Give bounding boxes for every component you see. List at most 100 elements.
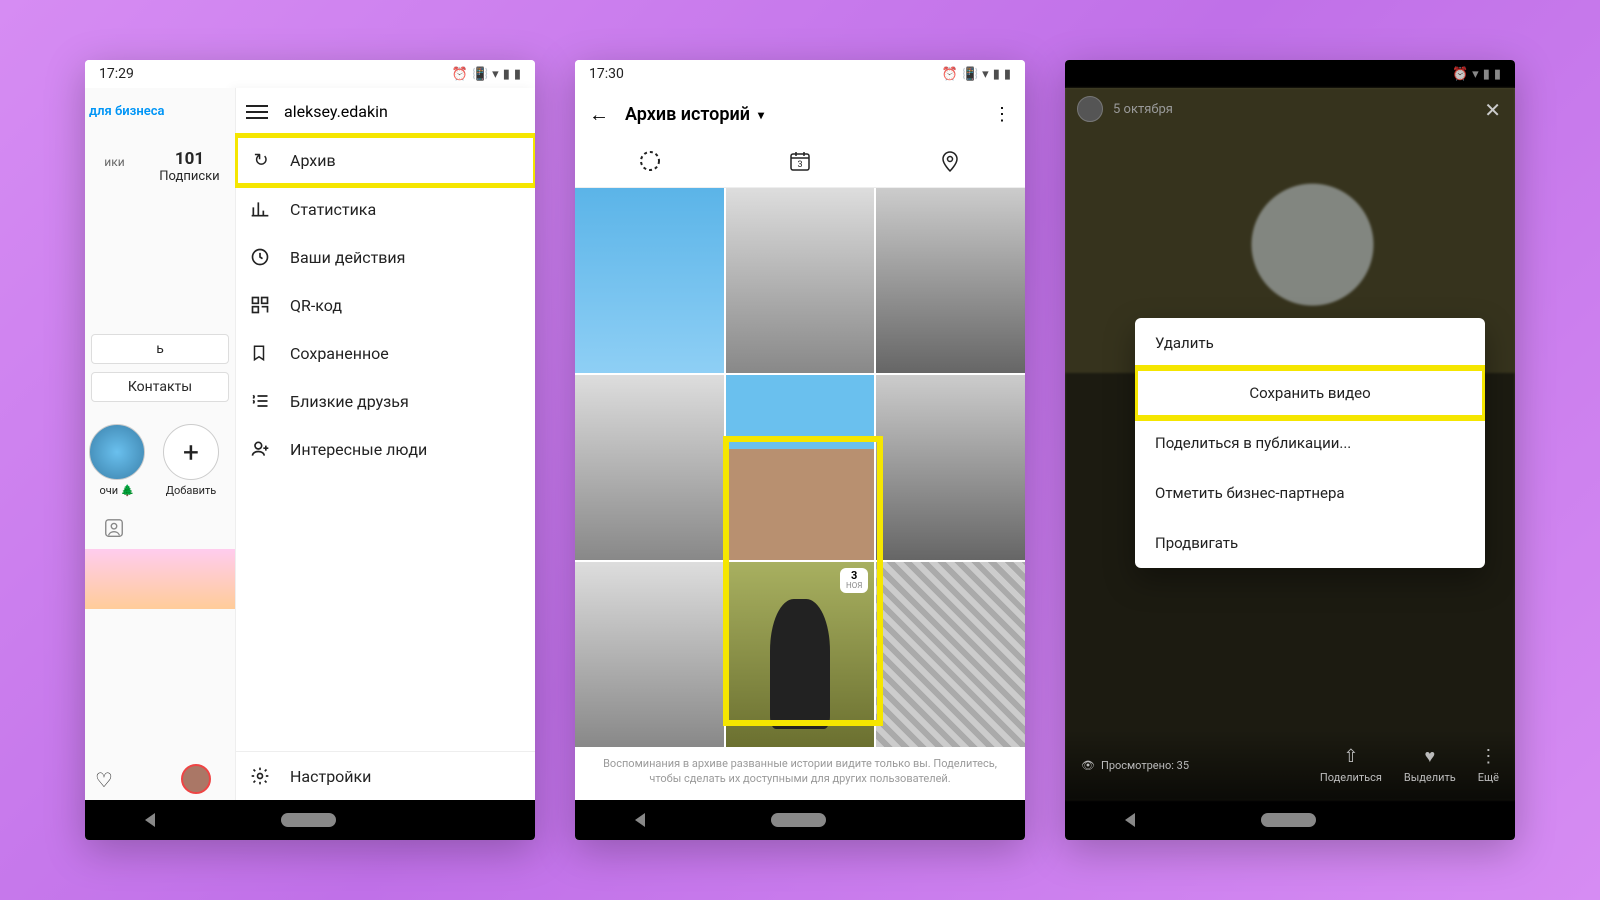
story-more-button[interactable]: ⋮ Ещё bbox=[1478, 746, 1499, 784]
story-footer: 👁 Просмотрено: 35 ⇧ Поделиться ♥ Выделит… bbox=[1065, 730, 1515, 800]
action-save-video[interactable]: Сохранить видео bbox=[1135, 368, 1485, 418]
story-avatar[interactable] bbox=[1077, 96, 1103, 122]
story-header: 5 октября bbox=[1077, 96, 1173, 122]
menu-label: Статистика bbox=[290, 200, 376, 219]
heart-icon[interactable]: ♡ bbox=[95, 768, 113, 792]
status-bar: 17:30 ⏰ 📳 ▾ ▮ ▮ bbox=[575, 60, 1025, 88]
android-navbar bbox=[575, 800, 1025, 840]
menu-item-saved[interactable]: Сохраненное bbox=[236, 329, 535, 377]
tagged-tab-icon[interactable] bbox=[85, 511, 235, 545]
archive-grid: 3 НОЯ bbox=[575, 188, 1025, 747]
alarm-icon: ⏰ bbox=[942, 67, 958, 82]
business-link[interactable]: для бизнеса bbox=[85, 94, 235, 137]
side-drawer: aleksey.edakin ↻ Архив Статистика Ваши д… bbox=[235, 88, 535, 800]
profile-partial: для бизнеса ики 101 Подписки ь Контакты … bbox=[85, 88, 235, 800]
highlight-item[interactable]: очи 🌲 bbox=[89, 424, 145, 497]
hamburger-icon[interactable] bbox=[246, 105, 268, 119]
plus-icon: + bbox=[163, 424, 219, 480]
nav-home-icon[interactable] bbox=[1261, 813, 1316, 827]
nav-back-icon[interactable] bbox=[145, 813, 155, 827]
archive-cell[interactable] bbox=[726, 188, 875, 373]
archive-cell[interactable] bbox=[876, 562, 1025, 747]
contacts-button[interactable]: Контакты bbox=[91, 372, 229, 402]
story-viewer[interactable]: 5 октября ✕ Удалить Сохранить видео Поде… bbox=[1065, 88, 1515, 800]
archive-cell[interactable] bbox=[575, 375, 724, 560]
alarm-icon: ⏰ bbox=[452, 67, 468, 82]
status-bar: ⏰ ▾ ▮ ▮ bbox=[1065, 60, 1515, 88]
stat-label: Подписки bbox=[159, 169, 219, 184]
menu-item-settings[interactable]: Настройки bbox=[236, 751, 535, 800]
date-badge: 3 НОЯ bbox=[840, 568, 868, 593]
wifi-icon: ▾ bbox=[1472, 67, 1479, 82]
highlight-label: очи 🌲 bbox=[99, 484, 134, 497]
status-icons: ⏰ 📳 ▾ ▮ ▮ bbox=[452, 67, 521, 82]
android-navbar bbox=[85, 800, 535, 840]
story-avatar[interactable] bbox=[181, 764, 211, 794]
menu-item-stats[interactable]: Статистика bbox=[236, 185, 535, 233]
story-share-button[interactable]: ⇧ Поделиться bbox=[1320, 746, 1382, 784]
archive-cell[interactable] bbox=[876, 375, 1025, 560]
story-views[interactable]: 👁 Просмотрено: 35 bbox=[1081, 759, 1189, 772]
alarm-icon: ⏰ bbox=[1452, 67, 1468, 82]
menu-label: Архив bbox=[290, 151, 336, 170]
clock-icon bbox=[250, 247, 272, 267]
story-highlights-row: очи 🌲 + Добавить bbox=[85, 410, 235, 511]
nav-home-icon[interactable] bbox=[771, 813, 826, 827]
archive-cell[interactable] bbox=[726, 375, 875, 560]
archive-cell[interactable] bbox=[575, 562, 724, 747]
nav-back-icon[interactable] bbox=[635, 813, 645, 827]
drawer-username: aleksey.edakin bbox=[284, 102, 388, 121]
nav-home-icon[interactable] bbox=[281, 813, 336, 827]
status-bar: 17:29 ⏰ 📳 ▾ ▮ ▮ bbox=[85, 60, 535, 88]
action-promote[interactable]: Продвигать bbox=[1135, 518, 1485, 568]
archive-title: Архив историй bbox=[625, 104, 750, 125]
back-arrow-icon[interactable]: ← bbox=[589, 102, 609, 127]
close-icon[interactable]: ✕ bbox=[1484, 98, 1501, 122]
menu-item-people[interactable]: Интересные люди bbox=[236, 425, 535, 473]
tab-location-icon[interactable] bbox=[938, 149, 962, 173]
action-delete[interactable]: Удалить bbox=[1135, 318, 1485, 368]
menu-item-close-friends[interactable]: Близкие друзья bbox=[236, 377, 535, 425]
tab-calendar-icon[interactable]: 3 bbox=[788, 149, 812, 173]
action-share-post[interactable]: Поделиться в публикации... bbox=[1135, 418, 1485, 468]
archive-icon: ↻ bbox=[250, 150, 272, 171]
person-add-icon bbox=[250, 439, 272, 459]
menu-item-archive[interactable]: ↻ Архив bbox=[236, 136, 535, 185]
views-label: Просмотрено: 35 bbox=[1101, 759, 1189, 772]
status-time: 17:30 bbox=[589, 66, 624, 82]
action-tag-partner[interactable]: Отметить бизнес-партнера bbox=[1135, 468, 1485, 518]
archive-cell[interactable] bbox=[575, 188, 724, 373]
stat-cut: ики bbox=[100, 149, 128, 184]
tab-reel-icon[interactable] bbox=[638, 149, 662, 173]
menu-label: Ваши действия bbox=[290, 248, 405, 267]
svg-text:3: 3 bbox=[797, 160, 802, 170]
post-thumb[interactable] bbox=[85, 549, 235, 609]
more-icon[interactable]: ⋮ bbox=[993, 104, 1011, 125]
menu-label: Интересные люди bbox=[290, 440, 427, 459]
story-highlight-button[interactable]: ♥ Выделить bbox=[1404, 746, 1456, 784]
share-icon: ⇧ bbox=[1343, 746, 1358, 767]
list-star-icon bbox=[250, 391, 272, 411]
archive-footer-text: Воспоминания в архиве разванные истории … bbox=[575, 747, 1025, 800]
phone-screen-2: 17:30 ⏰ 📳 ▾ ▮ ▮ ← Архив историй ▾ ⋮ 3 bbox=[575, 60, 1025, 840]
highlight-thumb bbox=[89, 424, 145, 480]
archive-title-dropdown[interactable]: Архив историй ▾ bbox=[625, 104, 764, 125]
battery-icon: ▮ bbox=[1004, 67, 1011, 82]
phone-screen-1: 17:29 ⏰ 📳 ▾ ▮ ▮ для бизнеса ики 101 Подп… bbox=[85, 60, 535, 840]
highlight-add[interactable]: + Добавить bbox=[163, 424, 219, 497]
highlight-add-label: Добавить bbox=[166, 484, 217, 497]
archive-header: ← Архив историй ▾ ⋮ bbox=[575, 88, 1025, 141]
more-label: Ещё bbox=[1478, 771, 1499, 784]
status-icons: ⏰ ▾ ▮ ▮ bbox=[1452, 67, 1501, 82]
menu-item-actions[interactable]: Ваши действия bbox=[236, 233, 535, 281]
signal-icon: ▮ bbox=[993, 67, 1000, 82]
archive-cell-highlighted[interactable]: 3 НОЯ bbox=[726, 562, 875, 747]
stat-number: 101 bbox=[159, 149, 219, 169]
edit-profile-button-cut[interactable]: ь bbox=[91, 334, 229, 364]
menu-item-qr[interactable]: QR-код bbox=[236, 281, 535, 329]
archive-cell[interactable] bbox=[876, 188, 1025, 373]
nav-back-icon[interactable] bbox=[1125, 813, 1135, 827]
vibrate-icon: 📳 bbox=[472, 67, 488, 82]
profile-stat-following[interactable]: ики 101 Подписки bbox=[85, 149, 235, 184]
gear-icon bbox=[250, 766, 272, 786]
